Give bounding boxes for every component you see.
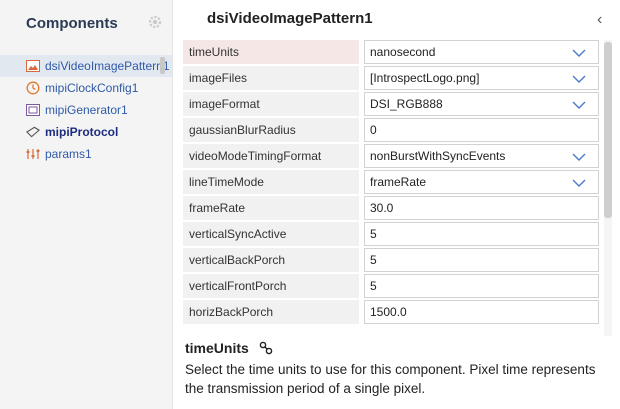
chevron-down-icon[interactable] bbox=[572, 177, 586, 187]
component-item-label: dsiVideoImagePattern1 bbox=[45, 59, 170, 73]
property-row-imageformat[interactable]: imageFormat DSI_RGB888 bbox=[183, 92, 603, 116]
clock-icon bbox=[26, 81, 40, 95]
property-dropdown[interactable]: nanosecond bbox=[364, 40, 599, 64]
sidebar-header: Components bbox=[0, 0, 172, 44]
property-value: 5 bbox=[370, 253, 377, 267]
component-item-mipigenerator1[interactable]: mipiGenerator1 bbox=[0, 99, 172, 121]
property-value: [IntrospectLogo.png] bbox=[370, 71, 480, 85]
help-text: Select the time units to use for this co… bbox=[185, 362, 596, 396]
property-input[interactable]: 1500.0 bbox=[364, 300, 599, 324]
params-icon bbox=[26, 147, 40, 161]
chevron-down-icon[interactable] bbox=[572, 99, 586, 109]
property-value: nonBurstWithSyncEvents bbox=[370, 149, 506, 163]
property-value: 1500.0 bbox=[370, 305, 407, 319]
property-row-linetimemode[interactable]: lineTimeMode frameRate bbox=[183, 170, 603, 194]
property-row-horizbackporch[interactable]: horizBackPorch 1500.0 bbox=[183, 300, 603, 324]
property-name: timeUnits bbox=[183, 40, 359, 64]
property-name: imageFiles bbox=[183, 66, 359, 90]
property-input[interactable]: 5 bbox=[364, 222, 599, 246]
property-input[interactable]: 0 bbox=[364, 118, 599, 142]
property-dropdown[interactable]: [IntrospectLogo.png] bbox=[364, 66, 599, 90]
property-dropdown[interactable]: nonBurstWithSyncEvents bbox=[364, 144, 599, 168]
property-value: 5 bbox=[370, 279, 377, 293]
component-item-label: mipiClockConfig1 bbox=[45, 81, 139, 95]
property-value: 5 bbox=[370, 227, 377, 241]
components-sidebar: Components dsiVideoImagePattern1 mipiClo… bbox=[0, 0, 173, 409]
panel-title: dsiVideoImagePattern1 bbox=[207, 10, 373, 27]
property-value: DSI_RGB888 bbox=[370, 97, 443, 111]
scrollbar-thumb[interactable] bbox=[604, 42, 612, 218]
property-value: 0 bbox=[370, 123, 377, 137]
property-row-verticalsyncactive[interactable]: verticalSyncActive 5 bbox=[183, 222, 603, 246]
sidebar-scrollbar[interactable] bbox=[160, 57, 165, 74]
protocol-icon bbox=[26, 125, 40, 139]
property-row-videomodetimingformat[interactable]: videoModeTimingFormat nonBurstWithSyncEve… bbox=[183, 144, 603, 168]
generator-icon bbox=[26, 103, 40, 117]
link-icon[interactable] bbox=[259, 341, 273, 355]
property-row-gaussianblurradius[interactable]: gaussianBlurRadius 0 bbox=[183, 118, 603, 142]
property-row-verticalbackporch[interactable]: verticalBackPorch 5 bbox=[183, 248, 603, 272]
chevron-left-icon[interactable]: ‹ bbox=[597, 11, 602, 29]
gear-icon[interactable] bbox=[147, 14, 163, 30]
property-name: videoModeTimingFormat bbox=[183, 144, 359, 168]
component-item-mipiclockconfig1[interactable]: mipiClockConfig1 bbox=[0, 77, 172, 99]
property-dropdown[interactable]: DSI_RGB888 bbox=[364, 92, 599, 116]
component-item-params1[interactable]: params1 bbox=[0, 143, 172, 165]
property-input[interactable]: 30.0 bbox=[364, 196, 599, 220]
sidebar-title: Components bbox=[26, 15, 118, 32]
property-value: nanosecond bbox=[370, 45, 436, 59]
chevron-down-icon[interactable] bbox=[572, 73, 586, 83]
property-name: horizBackPorch bbox=[183, 300, 359, 324]
property-row-framerate[interactable]: frameRate 30.0 bbox=[183, 196, 603, 220]
component-item-dsivideoimagepattern1[interactable]: dsiVideoImagePattern1 bbox=[0, 55, 172, 77]
property-value: frameRate bbox=[370, 175, 427, 189]
property-row-timeunits[interactable]: timeUnits nanosecond bbox=[183, 40, 603, 64]
property-input[interactable]: 5 bbox=[364, 274, 599, 298]
property-name: lineTimeMode bbox=[183, 170, 359, 194]
help-section: timeUnits Select the time units to use f… bbox=[183, 336, 613, 409]
property-dropdown[interactable]: frameRate bbox=[364, 170, 599, 194]
component-item-mipiprotocol[interactable]: mipiProtocol bbox=[0, 121, 172, 143]
property-input[interactable]: 5 bbox=[364, 248, 599, 272]
image-icon bbox=[26, 59, 40, 73]
property-name: gaussianBlurRadius bbox=[183, 118, 359, 142]
property-row-verticalfrontporch[interactable]: verticalFrontPorch 5 bbox=[183, 274, 603, 298]
property-name: verticalBackPorch bbox=[183, 248, 359, 272]
component-item-label: mipiProtocol bbox=[45, 125, 119, 139]
property-value: 30.0 bbox=[370, 201, 394, 215]
component-list: dsiVideoImagePattern1 mipiClockConfig1 m… bbox=[0, 55, 172, 165]
property-name: imageFormat bbox=[183, 92, 359, 116]
property-row-imagefiles[interactable]: imageFiles [IntrospectLogo.png] bbox=[183, 66, 603, 90]
property-name: frameRate bbox=[183, 196, 359, 220]
chevron-down-icon[interactable] bbox=[572, 151, 586, 161]
property-grid: timeUnits nanosecond imageFiles [Introspect… bbox=[183, 40, 603, 326]
property-name: verticalSyncActive bbox=[183, 222, 359, 246]
help-title: timeUnits bbox=[185, 340, 249, 356]
component-item-label: params1 bbox=[45, 147, 92, 161]
chevron-down-icon[interactable] bbox=[572, 47, 586, 57]
properties-panel: dsiVideoImagePattern1 ‹ timeUnits nanosec… bbox=[173, 0, 620, 409]
component-item-label: mipiGenerator1 bbox=[45, 103, 128, 117]
property-name: verticalFrontPorch bbox=[183, 274, 359, 298]
